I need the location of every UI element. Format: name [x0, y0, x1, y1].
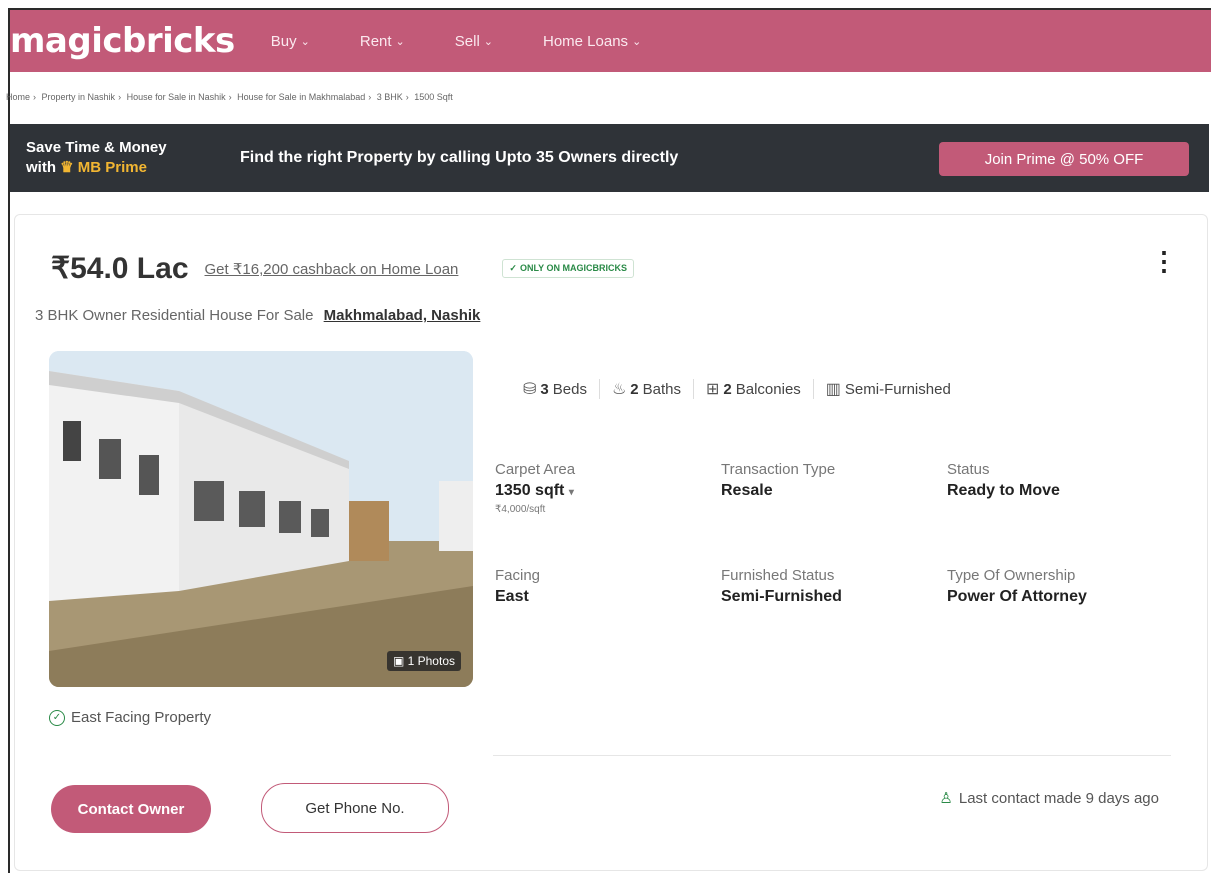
breadcrumb-property-nashik[interactable]: Property in Nashik [42, 92, 116, 102]
check-circle-icon: ✓ [49, 709, 65, 726]
breadcrumb-3bhk[interactable]: 3 BHK [377, 92, 403, 102]
prime-with-text: with [26, 159, 56, 176]
more-options-icon[interactable]: ⋮ [1151, 248, 1177, 274]
join-prime-button[interactable]: Join Prime @ 50% OFF [939, 142, 1189, 176]
breadcrumb-separator: › [368, 92, 372, 102]
highlight-label: East Facing Property [71, 709, 212, 726]
prime-tagline-line1: Save Time & Money [26, 139, 167, 156]
last-contact-text: Last contact made 9 days ago [958, 789, 1159, 807]
cashback-link[interactable]: Get ₹16,200 cashback on Home Loan [205, 260, 459, 278]
status-value: Ready to Move [947, 482, 1060, 499]
detail-carpet-area: Carpet Area 1350 sqft ▾ ₹4,000/sqft [495, 461, 715, 515]
detail-transaction-type: Transaction Type Resale [721, 461, 941, 500]
breadcrumb-house-nashik[interactable]: House for Sale in Nashik [127, 92, 226, 102]
listing-type: 3 BHK Owner Residential House For Sale [35, 307, 314, 324]
exclusive-badge-label: ONLY ON MAGICBRICKS [519, 263, 627, 273]
nav-rent[interactable]: Rent ⌄ [360, 33, 405, 50]
check-icon: ✓ [509, 263, 517, 273]
furnished-status-value: Semi-Furnished [721, 588, 842, 605]
transaction-type-value: Resale [721, 482, 773, 499]
highlight-east-facing: ✓ East Facing Property [49, 709, 211, 726]
amenity-baths: ♨ 2 Baths [600, 379, 694, 399]
contact-owner-button[interactable]: Contact Owner [51, 785, 211, 833]
nav-rent-label: Rent [359, 32, 392, 50]
amenity-beds: ⛁ 3 Beds [511, 379, 600, 399]
carpet-area-value[interactable]: 1350 sqft ▾ [495, 482, 715, 500]
image-icon: ▣ [392, 654, 405, 668]
get-phone-button[interactable]: Get Phone No. [261, 783, 449, 833]
price-per-sqft: ₹4,000/sqft [495, 504, 546, 515]
nav-buy[interactable]: Buy ⌄ [271, 33, 310, 50]
amenities-row: ⛁ 3 Beds ♨ 2 Baths ⊞ 2 Balconies ▥ Semi-Furnish… [511, 379, 963, 399]
breadcrumb-home[interactable]: Home [6, 92, 30, 102]
facing-value: East [495, 588, 529, 605]
nav-home-loans-label: Home Loans [543, 32, 629, 50]
listing-card: ₹54.0 Lac Get ₹16,200 cashback on Home L… [14, 214, 1208, 871]
chevron-down-icon: ▾ [568, 487, 574, 498]
property-photo[interactable]: ▣ 1 Photos [49, 351, 473, 687]
user-icon: ♙ [939, 790, 953, 807]
balconies-count: 2 [723, 380, 732, 398]
bed-icon: ⛁ [523, 381, 537, 398]
nav-buy-label: Buy [270, 32, 297, 50]
crown-icon: ♛ [60, 159, 74, 176]
ownership-value: Power Of Attorney [947, 588, 1087, 605]
listing-subtitle: 3 BHK Owner Residential House For Sale M… [35, 307, 480, 324]
nav-home-loans[interactable]: Home Loans ⌄ [543, 33, 641, 50]
breadcrumb-separator: › [228, 92, 232, 102]
photo-count-label: 1 Photos [407, 654, 455, 668]
beds-count: 3 [540, 380, 549, 398]
prime-message: Find the right Property by calling Upto … [240, 149, 679, 166]
prime-banner: Save Time & Money with ♛ MB Prime Find t… [10, 124, 1209, 192]
detail-furnished-status: Furnished Status Semi-Furnished [721, 567, 941, 606]
price-row: ₹54.0 Lac Get ₹16,200 cashback on Home L… [51, 251, 634, 286]
chevron-down-icon: ⌄ [395, 35, 405, 48]
amenity-furnished: ▥ Semi-Furnished [814, 379, 963, 399]
house-photo-illustration [49, 351, 473, 687]
carpet-area-label: Carpet Area [495, 461, 576, 478]
detail-ownership: Type Of Ownership Power Of Attorney [947, 567, 1167, 606]
nav-sell-label: Sell [454, 32, 480, 50]
chevron-down-icon: ⌄ [483, 35, 493, 48]
status-label: Status [947, 461, 990, 478]
breadcrumb-separator: › [33, 92, 37, 102]
detail-status: Status Ready to Move [947, 461, 1167, 500]
transaction-type-label: Transaction Type [721, 461, 836, 478]
breadcrumb: Home › Property in Nashik › House for Sale… [6, 92, 453, 102]
facing-label: Facing [495, 567, 541, 584]
nav-sell[interactable]: Sell ⌄ [455, 33, 493, 50]
chevron-down-icon: ⌄ [300, 35, 310, 48]
prime-tagline-line2: with ♛ MB Prime [26, 158, 226, 178]
chevron-down-icon: ⌄ [632, 35, 642, 48]
balcony-icon: ⊞ [706, 381, 720, 398]
bathtub-icon: ♨ [611, 381, 627, 398]
last-contact-info: ♙ Last contact made 9 days ago [939, 789, 1159, 808]
ownership-label: Type Of Ownership [947, 567, 1076, 584]
amenity-balconies: ⊞ 2 Balconies [694, 379, 814, 399]
card-divider [493, 755, 1171, 756]
detail-facing: Facing East [495, 567, 715, 606]
prime-tagline: Save Time & Money with ♛ MB Prime [26, 138, 226, 178]
breadcrumb-size: 1500 Sqft [414, 92, 453, 102]
wardrobe-icon: ▥ [825, 381, 841, 398]
furnished-status-label: Furnished Status [721, 567, 835, 584]
breadcrumb-house-makhmalabad[interactable]: House for Sale in Makhmalabad [237, 92, 365, 102]
site-logo[interactable]: magicbricks [10, 21, 235, 61]
carpet-area-value-text: 1350 sqft [495, 482, 565, 499]
listing-price: ₹54.0 Lac [51, 252, 189, 285]
baths-count: 2 [630, 380, 639, 398]
breadcrumb-separator: › [405, 92, 409, 102]
photo-count-badge[interactable]: ▣ 1 Photos [386, 651, 461, 671]
listing-location-link[interactable]: Makhmalabad, Nashik [324, 307, 481, 324]
breadcrumb-separator: › [118, 92, 122, 102]
beds-label: Beds [552, 380, 587, 398]
balconies-label: Balconies [735, 380, 801, 398]
furnished-label: Semi-Furnished [844, 380, 951, 398]
prime-brand: MB Prime [77, 159, 147, 176]
baths-label: Baths [642, 380, 681, 398]
top-navbar: magicbricks Buy ⌄ Rent ⌄ Sell ⌄ Home Loans ⌄ [10, 10, 1211, 72]
exclusive-badge: ✓ ONLY ON MAGICBRICKS [502, 259, 634, 278]
